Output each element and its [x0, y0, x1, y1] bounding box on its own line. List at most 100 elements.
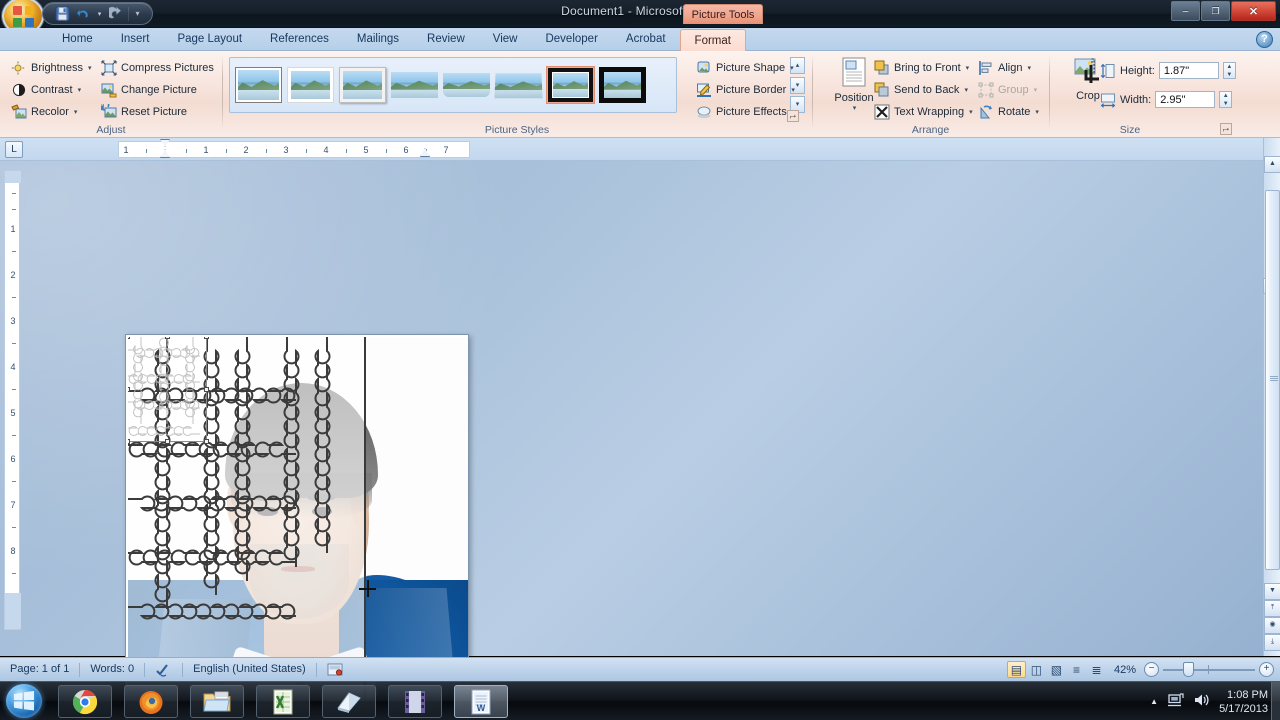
zoom-in-button[interactable]: + — [1259, 662, 1274, 677]
contrast-button[interactable]: Contrast ▾ — [8, 79, 95, 101]
print-layout-view-button[interactable]: ▤ — [1007, 661, 1026, 678]
network-icon[interactable] — [1167, 692, 1184, 711]
select-browse-object-button[interactable]: ◉ — [1264, 617, 1280, 634]
align-button[interactable]: Align ▾ — [975, 57, 1042, 79]
record-macro-button[interactable] — [317, 660, 353, 679]
spinner-up-icon: ▲ — [1220, 92, 1231, 100]
help-button[interactable]: ? — [1256, 31, 1273, 48]
taskbar-word[interactable]: W — [454, 685, 508, 718]
tab-page-layout[interactable]: Page Layout — [163, 28, 256, 51]
picture-style-thumbnail[interactable] — [443, 67, 490, 103]
size-dialog-launcher[interactable]: ⮣ — [1220, 123, 1232, 135]
show-desktop-button[interactable] — [1271, 682, 1280, 720]
picture-style-thumbnail-selected[interactable] — [547, 67, 594, 103]
previous-page-button[interactable]: ⤒ — [1264, 600, 1280, 617]
taskbar-onenote[interactable] — [322, 685, 376, 718]
spell-check-icon — [155, 663, 172, 677]
horizontal-ruler[interactable]: 1 1 2 3 4 5 6 7 — [118, 141, 470, 158]
tab-review[interactable]: Review — [413, 28, 479, 51]
outline-view-button[interactable]: ≡ — [1067, 661, 1086, 678]
send-to-back-button[interactable]: Send to Back ▾ — [871, 79, 976, 101]
tab-insert[interactable]: Insert — [107, 28, 164, 51]
bring-to-front-button[interactable]: Bring to Front ▾ — [871, 57, 976, 79]
reset-picture-button[interactable]: Reset Picture — [98, 101, 217, 123]
ruler-mark: 6 — [403, 145, 408, 155]
resize-handle-sw[interactable] — [128, 439, 130, 444]
taskbar-chrome[interactable] — [58, 685, 112, 718]
picture-style-thumbnail[interactable] — [235, 67, 282, 103]
excel-icon — [271, 689, 295, 715]
document-canvas[interactable] — [0, 161, 1280, 656]
resize-handle-n[interactable] — [165, 337, 170, 339]
resize-handle-w[interactable] — [128, 387, 130, 392]
resize-handle-s[interactable] — [165, 439, 170, 444]
width-input[interactable]: 2.95" — [1155, 91, 1215, 108]
vertical-scrollbar[interactable]: ▲ ▼ ⤒ ◉ ⤓ — [1263, 138, 1280, 656]
language-indicator[interactable]: English (United States) — [183, 660, 316, 679]
vruler-mark: 3 — [5, 316, 21, 326]
taskbar-file-explorer[interactable] — [190, 685, 244, 718]
height-spinner[interactable]: ▲▼ — [1223, 62, 1236, 79]
picture-style-thumbnail[interactable] — [391, 67, 438, 103]
picture-style-thumbnail[interactable] — [599, 67, 646, 103]
taskbar-firefox[interactable] — [124, 685, 178, 718]
compress-pictures-button[interactable]: Compress Pictures — [98, 57, 217, 79]
scroll-down-button[interactable]: ▼ — [1264, 583, 1280, 600]
height-input[interactable]: 1.87" — [1159, 62, 1219, 79]
word-count[interactable]: Words: 0 — [80, 660, 144, 679]
tab-mailings[interactable]: Mailings — [343, 28, 413, 51]
picture-style-thumbnail[interactable] — [287, 67, 334, 103]
proofing-status-button[interactable] — [145, 660, 182, 679]
next-page-button[interactable]: ⤓ — [1264, 634, 1280, 651]
taskbar-media[interactable] — [388, 685, 442, 718]
tab-acrobat[interactable]: Acrobat — [612, 28, 680, 51]
recolor-button[interactable]: Recolor ▾ — [8, 101, 95, 123]
picture-styles-dialog-launcher[interactable]: ⮣ — [787, 110, 799, 122]
full-screen-reading-view-button[interactable]: ◫ — [1027, 661, 1046, 678]
zoom-level[interactable]: 42% — [1110, 664, 1140, 676]
change-picture-button[interactable]: Change Picture — [98, 79, 217, 101]
vertical-ruler[interactable]: 1 2 3 4 5 6 7 8 — [4, 170, 20, 630]
tab-home[interactable]: Home — [48, 28, 107, 51]
restore-button[interactable]: ❐ — [1201, 1, 1230, 21]
selection-rectangle[interactable] — [128, 337, 207, 442]
word-icon: W — [469, 689, 493, 715]
zoom-slider[interactable] — [1163, 661, 1255, 678]
start-button[interactable] — [6, 684, 42, 718]
scrollbar-thumb[interactable] — [1265, 190, 1280, 570]
rotate-button[interactable]: Rotate ▾ — [975, 101, 1042, 123]
picture-shape-button[interactable]: Picture Shape ▾ — [693, 57, 798, 79]
tab-references[interactable]: References — [256, 28, 343, 51]
tab-format[interactable]: Format — [680, 29, 746, 52]
text-wrapping-button[interactable]: Text Wrapping ▾ — [871, 101, 976, 123]
picture-border-button[interactable]: Picture Border ▾ — [693, 79, 798, 101]
taskbar: W ▲ 1:08 PM — [0, 681, 1280, 720]
width-spinner[interactable]: ▲▼ — [1219, 91, 1232, 108]
tab-stop-selector[interactable]: L — [5, 141, 23, 158]
resize-handle-ne[interactable] — [204, 337, 209, 339]
brightness-button[interactable]: Brightness ▾ — [8, 57, 95, 79]
picture-effects-button[interactable]: Picture Effects ▾ — [693, 101, 798, 123]
taskbar-excel[interactable] — [256, 685, 310, 718]
zoom-out-button[interactable]: − — [1144, 662, 1159, 677]
group-button[interactable]: Group ▾ — [975, 79, 1042, 101]
volume-icon[interactable] — [1193, 692, 1210, 711]
minimize-button[interactable]: – — [1171, 1, 1200, 21]
scroll-up-button[interactable]: ▲ — [1264, 156, 1280, 173]
picture-styles-gallery[interactable] — [229, 57, 677, 113]
resize-handle-nw[interactable] — [128, 337, 130, 339]
show-hidden-icons-button[interactable]: ▲ — [1150, 695, 1158, 709]
resize-handle-se[interactable] — [204, 439, 209, 444]
tab-view[interactable]: View — [479, 28, 532, 51]
picture-style-thumbnail[interactable] — [339, 67, 386, 103]
page-indicator[interactable]: Page: 1 of 1 — [0, 660, 79, 679]
zoom-slider-thumb[interactable] — [1183, 662, 1194, 677]
ribbon-group-size: Crop Height: 1.87" ▲▼ — [1050, 51, 1280, 138]
tab-developer[interactable]: Developer — [531, 28, 611, 51]
picture-style-thumbnail[interactable] — [495, 67, 542, 103]
draft-view-button[interactable]: ≣ — [1087, 661, 1106, 678]
clock[interactable]: 1:08 PM 5/17/2013 — [1219, 688, 1268, 716]
close-button[interactable]: ✕ — [1231, 1, 1276, 21]
resize-handle-e[interactable] — [204, 387, 209, 392]
web-layout-view-button[interactable]: ▧ — [1047, 661, 1066, 678]
